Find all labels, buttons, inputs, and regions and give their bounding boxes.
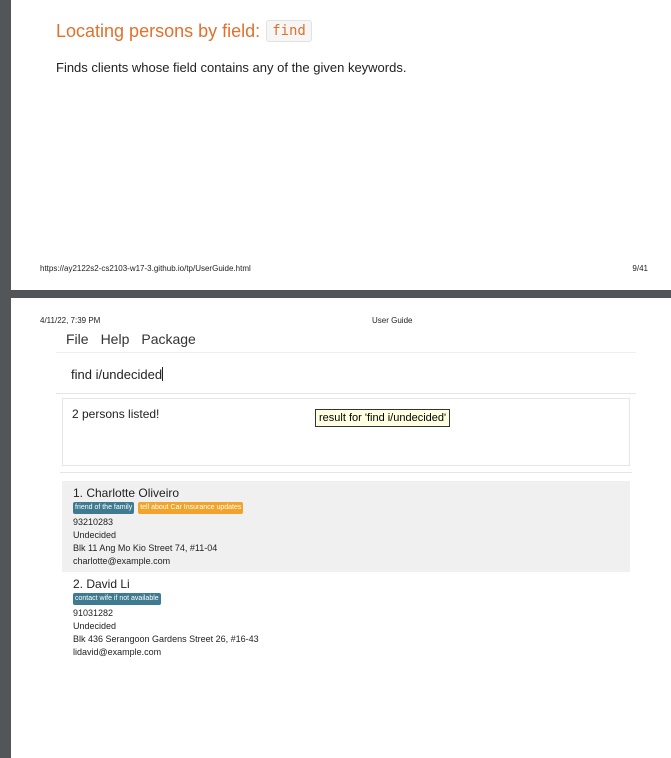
pdf-page-9: Locating persons by field: find Finds cl… [11,0,671,290]
section-description: Finds clients whose field contains any o… [56,60,407,75]
result-message: 2 persons listed! [72,407,160,421]
person-tags: friend of the family tell about Car Insu… [73,502,620,514]
tag: contact wife if not available [73,593,161,605]
person-card[interactable]: 2. David Li contact wife if not availabl… [62,572,630,663]
menu-bar: File Help Package [56,326,636,353]
result-tooltip: result for 'find i/undecided' [315,409,451,427]
header-date: 4/11/22, 7:39 PM [40,316,101,325]
heading-code: find [266,20,312,42]
menu-file[interactable]: File [66,331,89,347]
menu-package[interactable]: Package [141,331,195,347]
section-heading: Locating persons by field: find [56,20,312,42]
person-insurance: Undecided [73,530,117,540]
person-address: Blk 436 Serangoon Gardens Street 26, #16… [73,634,259,644]
person-name: 2. David Li [73,577,130,591]
heading-text: Locating persons by field: [56,20,261,41]
list-divider [60,472,632,473]
result-display: 2 persons listed! result for 'find i/und… [62,398,630,466]
person-email: lidavid@example.com [73,647,162,657]
command-box[interactable]: find i/undecided [56,359,636,394]
person-list: 1. Charlotte Oliveiro friend of the fami… [62,481,630,663]
text-caret [162,367,164,381]
footer-page-number: 9/41 [632,264,648,273]
person-phone: 93210283 [73,517,114,527]
person-insurance: Undecided [73,621,117,631]
person-phone: 91031282 [73,608,114,618]
person-name: 1. Charlotte Oliveiro [73,486,180,500]
person-tags: contact wife if not available [73,593,620,605]
person-card[interactable]: 1. Charlotte Oliveiro friend of the fami… [62,481,630,572]
header-title: User Guide [372,316,413,325]
footer-url: https://ay2122s2-cs2103-w17-3.github.io/… [40,264,251,273]
menu-help[interactable]: Help [101,331,130,347]
person-address: Blk 11 Ang Mo Kio Street 74, #11-04 [73,543,218,553]
app-screenshot: File Help Package find i/undecided 2 per… [56,326,636,663]
pdf-page-10: 4/11/22, 7:39 PM User Guide File Help Pa… [11,298,671,758]
tag: friend of the family [73,502,135,514]
tag: tell about Car Insurance updates [138,502,244,514]
person-email: charlotte@example.com [73,556,171,566]
command-text: find i/undecided [71,367,163,382]
page-gap [11,290,671,298]
